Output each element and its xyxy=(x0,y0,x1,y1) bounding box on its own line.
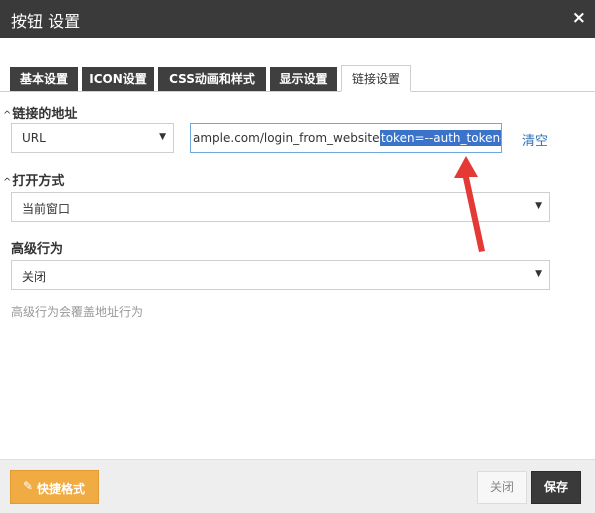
link-address-heading[interactable]: ^链接的地址 xyxy=(3,103,77,122)
caret-up-icon: ^ xyxy=(3,110,12,121)
dialog-titlebar: 按钮 设置 × xyxy=(0,0,595,38)
open-mode-value: 当前窗口 xyxy=(22,202,71,216)
quick-format-label: 快捷格式 xyxy=(37,482,86,496)
tab-divider xyxy=(0,91,595,92)
url-selected-text: token=--auth_token-- xyxy=(380,130,501,146)
url-input[interactable]: ample.com/login_from_website? token=--au… xyxy=(190,123,502,153)
close-icon[interactable]: × xyxy=(572,8,586,28)
advanced-behavior-value: 关闭 xyxy=(22,270,47,284)
link-type-select[interactable]: URL ▼ xyxy=(11,123,174,153)
tab-icon-settings[interactable]: ICON设置 xyxy=(82,67,154,91)
pen-icon: ✎ xyxy=(23,479,34,493)
advanced-behavior-select[interactable]: 关闭 ▼ xyxy=(11,260,550,290)
link-address-label: 链接的地址 xyxy=(12,107,78,122)
open-mode-heading[interactable]: ^打开方式 xyxy=(3,170,64,189)
dropdown-arrow-icon: ▼ xyxy=(535,269,542,279)
tab-display-settings[interactable]: 显示设置 xyxy=(270,67,337,91)
tab-css-animation[interactable]: CSS动画和样式 xyxy=(158,67,266,91)
advanced-heading: 高级行为 xyxy=(11,242,64,257)
advanced-hint: 高级行为会覆盖地址行为 xyxy=(11,305,144,319)
link-type-value: URL xyxy=(22,131,46,145)
save-button[interactable]: 保存 xyxy=(531,471,581,504)
tab-basic-settings[interactable]: 基本设置 xyxy=(10,67,78,91)
caret-up-icon: ^ xyxy=(3,177,12,188)
open-mode-label: 打开方式 xyxy=(12,174,65,189)
tab-link-settings[interactable]: 链接设置 xyxy=(341,65,411,92)
open-mode-select[interactable]: 当前窗口 ▼ xyxy=(11,192,550,222)
clear-link[interactable]: 清空 xyxy=(522,130,548,149)
dropdown-arrow-icon: ▼ xyxy=(159,132,166,142)
dropdown-arrow-icon: ▼ xyxy=(535,201,542,211)
close-button[interactable]: 关闭 xyxy=(477,471,527,504)
url-text: ample.com/login_from_website? xyxy=(193,131,386,145)
dialog-title: 按钮 设置 xyxy=(11,12,81,31)
quick-format-button[interactable]: ✎ 快捷格式 xyxy=(10,470,99,504)
